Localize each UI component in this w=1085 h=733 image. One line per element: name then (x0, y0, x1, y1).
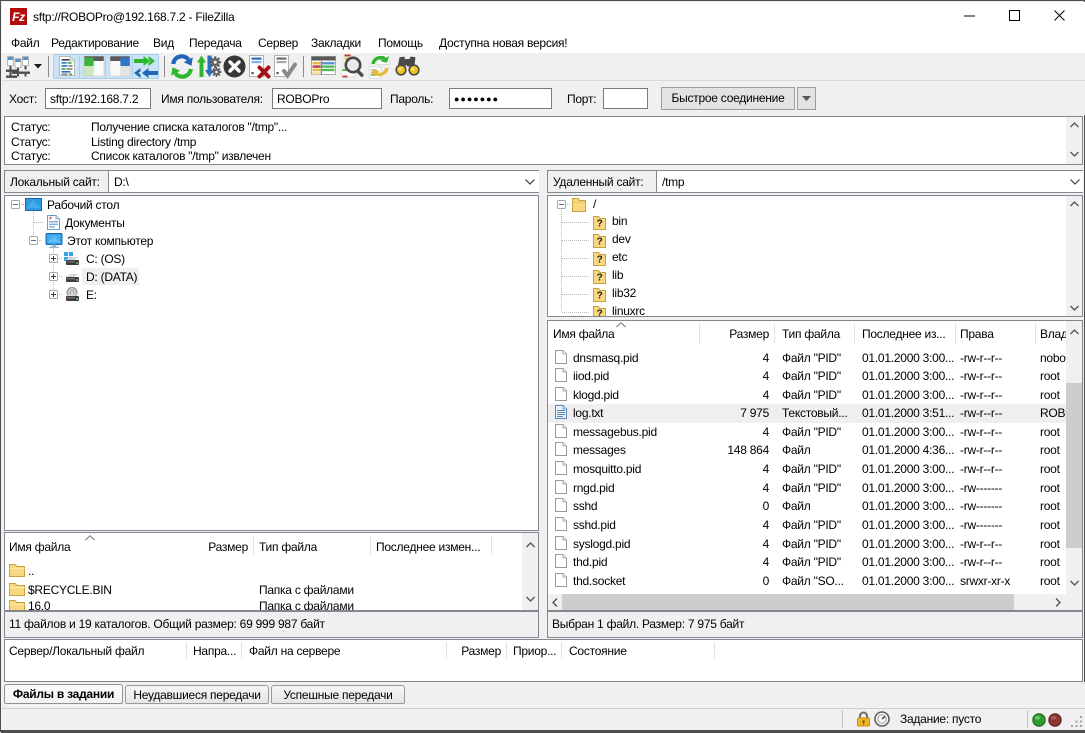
svg-text:?: ? (597, 219, 603, 230)
svg-text:?: ? (597, 291, 603, 302)
svg-text:Fz: Fz (12, 10, 25, 24)
svg-text:?: ? (597, 237, 603, 248)
svg-text:?: ? (597, 255, 603, 266)
svg-text:?: ? (597, 309, 603, 317)
svg-text:?: ? (597, 273, 603, 284)
